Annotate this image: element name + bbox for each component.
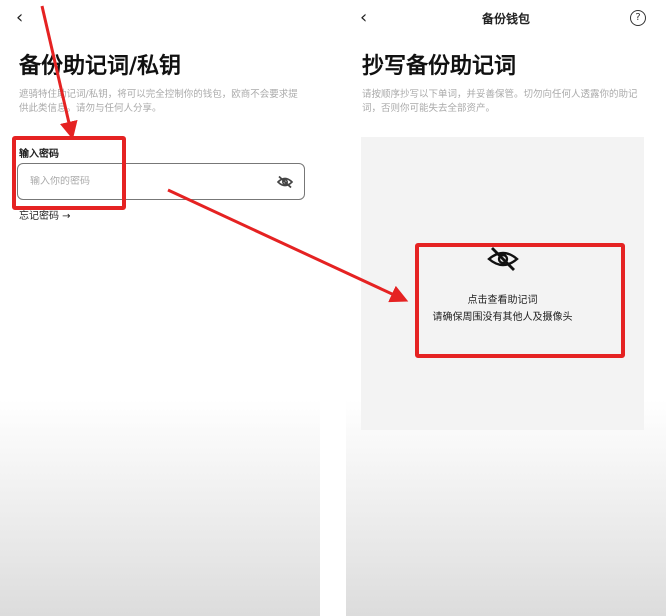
page-title: 抄写备份助记词 <box>362 54 517 79</box>
eye-off-icon <box>487 247 519 271</box>
back-button[interactable]: ‹ <box>16 8 23 28</box>
password-field <box>17 163 305 200</box>
password-input[interactable] <box>18 176 272 187</box>
eye-off-icon[interactable] <box>272 169 298 195</box>
reveal-warning: 请确保周围没有其他人及摄像头 <box>432 312 573 323</box>
reveal-mnemonic-area[interactable]: 点击查看助记词 请确保周围没有其他人及摄像头 <box>361 137 644 430</box>
forgot-password-link[interactable]: 忘记密码 → <box>19 207 71 222</box>
page-description: 请按顺序抄写以下单词，并妥善保管。切勿向任何人透露你的助记词，否则你可能失去全部… <box>362 89 638 114</box>
help-icon[interactable]: ? <box>630 10 646 26</box>
right-screen: ‹ 备份钱包 ? 抄写备份助记词 请按顺序抄写以下单词，并妥善保管。切勿向任何人… <box>346 0 666 616</box>
password-label: 输入密码 <box>19 149 59 160</box>
header-title: 备份钱包 <box>481 12 530 26</box>
left-screen: ‹ 备份助记词/私钥 遮骑特住助记词/私钥，将可以完全控制你的钱包，欧商不会要求… <box>0 0 320 616</box>
reveal-instruction: 点击查看助记词 <box>467 295 538 306</box>
page-title: 备份助记词/私钥 <box>19 54 182 79</box>
page-description: 遮骑特住助记词/私钥，将可以完全控制你的钱包，欧商不会要求提供此类信息。请勿与任… <box>19 89 298 114</box>
